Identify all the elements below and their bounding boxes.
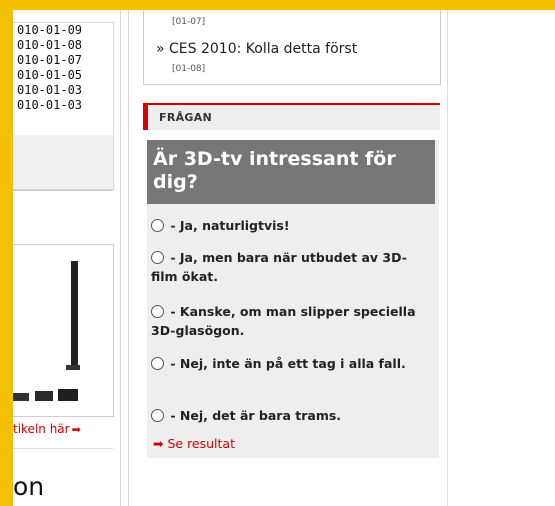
radio-button[interactable] xyxy=(151,251,164,264)
yellow-frame-top xyxy=(0,0,555,10)
column-border xyxy=(128,10,129,506)
device-shape xyxy=(58,389,78,401)
archive-dates-list: 010-01-09 010-01-08 010-01-07 010-01-05 … xyxy=(13,23,113,135)
speaker-base-shape xyxy=(66,365,80,370)
news-date: [01-07] xyxy=(172,17,206,27)
column-border xyxy=(120,10,121,506)
archive-date-link[interactable]: 010-01-03 xyxy=(17,83,82,98)
device-shape xyxy=(13,393,29,401)
archive-date-link[interactable]: 010-01-03 xyxy=(17,98,82,113)
product-image[interactable] xyxy=(13,244,114,417)
poll-option-label: - Ja, men bara när utbudet av 3D-film ök… xyxy=(151,250,407,284)
header-accent-bar xyxy=(143,105,148,130)
poll-option-label: - Nej, det är bara trams. xyxy=(170,408,342,423)
news-date: [01-08] xyxy=(172,64,206,74)
poll-section-title: FRÅGAN xyxy=(159,111,213,124)
poll-option[interactable]: - Ja, naturligtvis! xyxy=(151,216,433,235)
yellow-frame-left xyxy=(0,0,13,506)
divider xyxy=(13,190,113,191)
poll-option-label: - Kanske, om man slipper speciella 3D-gl… xyxy=(151,304,416,338)
poll-option-label: - Ja, naturligtvis! xyxy=(170,218,290,233)
poll-option-label: - Nej, inte än på ett tag i alla fall. xyxy=(170,356,406,371)
archive-date-link[interactable]: 010-01-08 xyxy=(17,38,82,53)
radio-button[interactable] xyxy=(151,357,164,370)
poll-section-header: FRÅGAN xyxy=(143,103,440,130)
speaker-tower-shape xyxy=(71,261,78,369)
arrow-right-icon: ➡ xyxy=(153,436,164,451)
archive-dates-box: 010-01-09 010-01-08 010-01-07 010-01-05 … xyxy=(13,22,114,190)
read-article-label: tikeln här xyxy=(13,422,70,436)
see-results-label: Se resultat xyxy=(167,436,235,451)
news-list-box: [01-07] » CES 2010: Kolla detta först [0… xyxy=(143,10,441,85)
partial-heading: on xyxy=(13,472,45,501)
poll-option[interactable]: - Kanske, om man slipper speciella 3D-gl… xyxy=(151,302,433,340)
archive-date-link[interactable]: 010-01-07 xyxy=(17,53,82,68)
archive-date-link[interactable]: 010-01-09 xyxy=(17,23,82,38)
column-border xyxy=(447,10,448,506)
news-item-link[interactable]: » CES 2010: Kolla detta först xyxy=(156,41,357,57)
news-item-title: CES 2010: Kolla detta först xyxy=(169,41,358,57)
radio-button[interactable] xyxy=(151,305,164,318)
poll-box: Är 3D-tv intressant för dig? - Ja, natur… xyxy=(147,140,439,458)
archive-date-link[interactable]: 010-01-05 xyxy=(17,68,82,83)
radio-button[interactable] xyxy=(151,219,164,232)
poll-option[interactable]: - Nej, inte än på ett tag i alla fall. xyxy=(151,354,433,373)
radio-button[interactable] xyxy=(151,409,164,422)
divider xyxy=(13,448,113,449)
poll-question-bar: Är 3D-tv intressant för dig? xyxy=(147,140,435,204)
bullet-icon: » xyxy=(156,41,165,57)
poll-option[interactable]: - Nej, det är bara trams. xyxy=(151,406,433,425)
arrow-right-icon: ➡ xyxy=(71,423,81,436)
poll-option[interactable]: - Ja, men bara när utbudet av 3D-film ök… xyxy=(151,248,433,286)
see-results-link[interactable]: ➡ Se resultat xyxy=(153,436,235,451)
read-article-link[interactable]: tikeln här ➡ xyxy=(13,422,120,436)
poll-question: Är 3D-tv intressant för dig? xyxy=(153,148,396,193)
left-column: 010-01-09 010-01-08 010-01-07 010-01-05 … xyxy=(13,10,120,506)
device-shape xyxy=(35,391,53,401)
